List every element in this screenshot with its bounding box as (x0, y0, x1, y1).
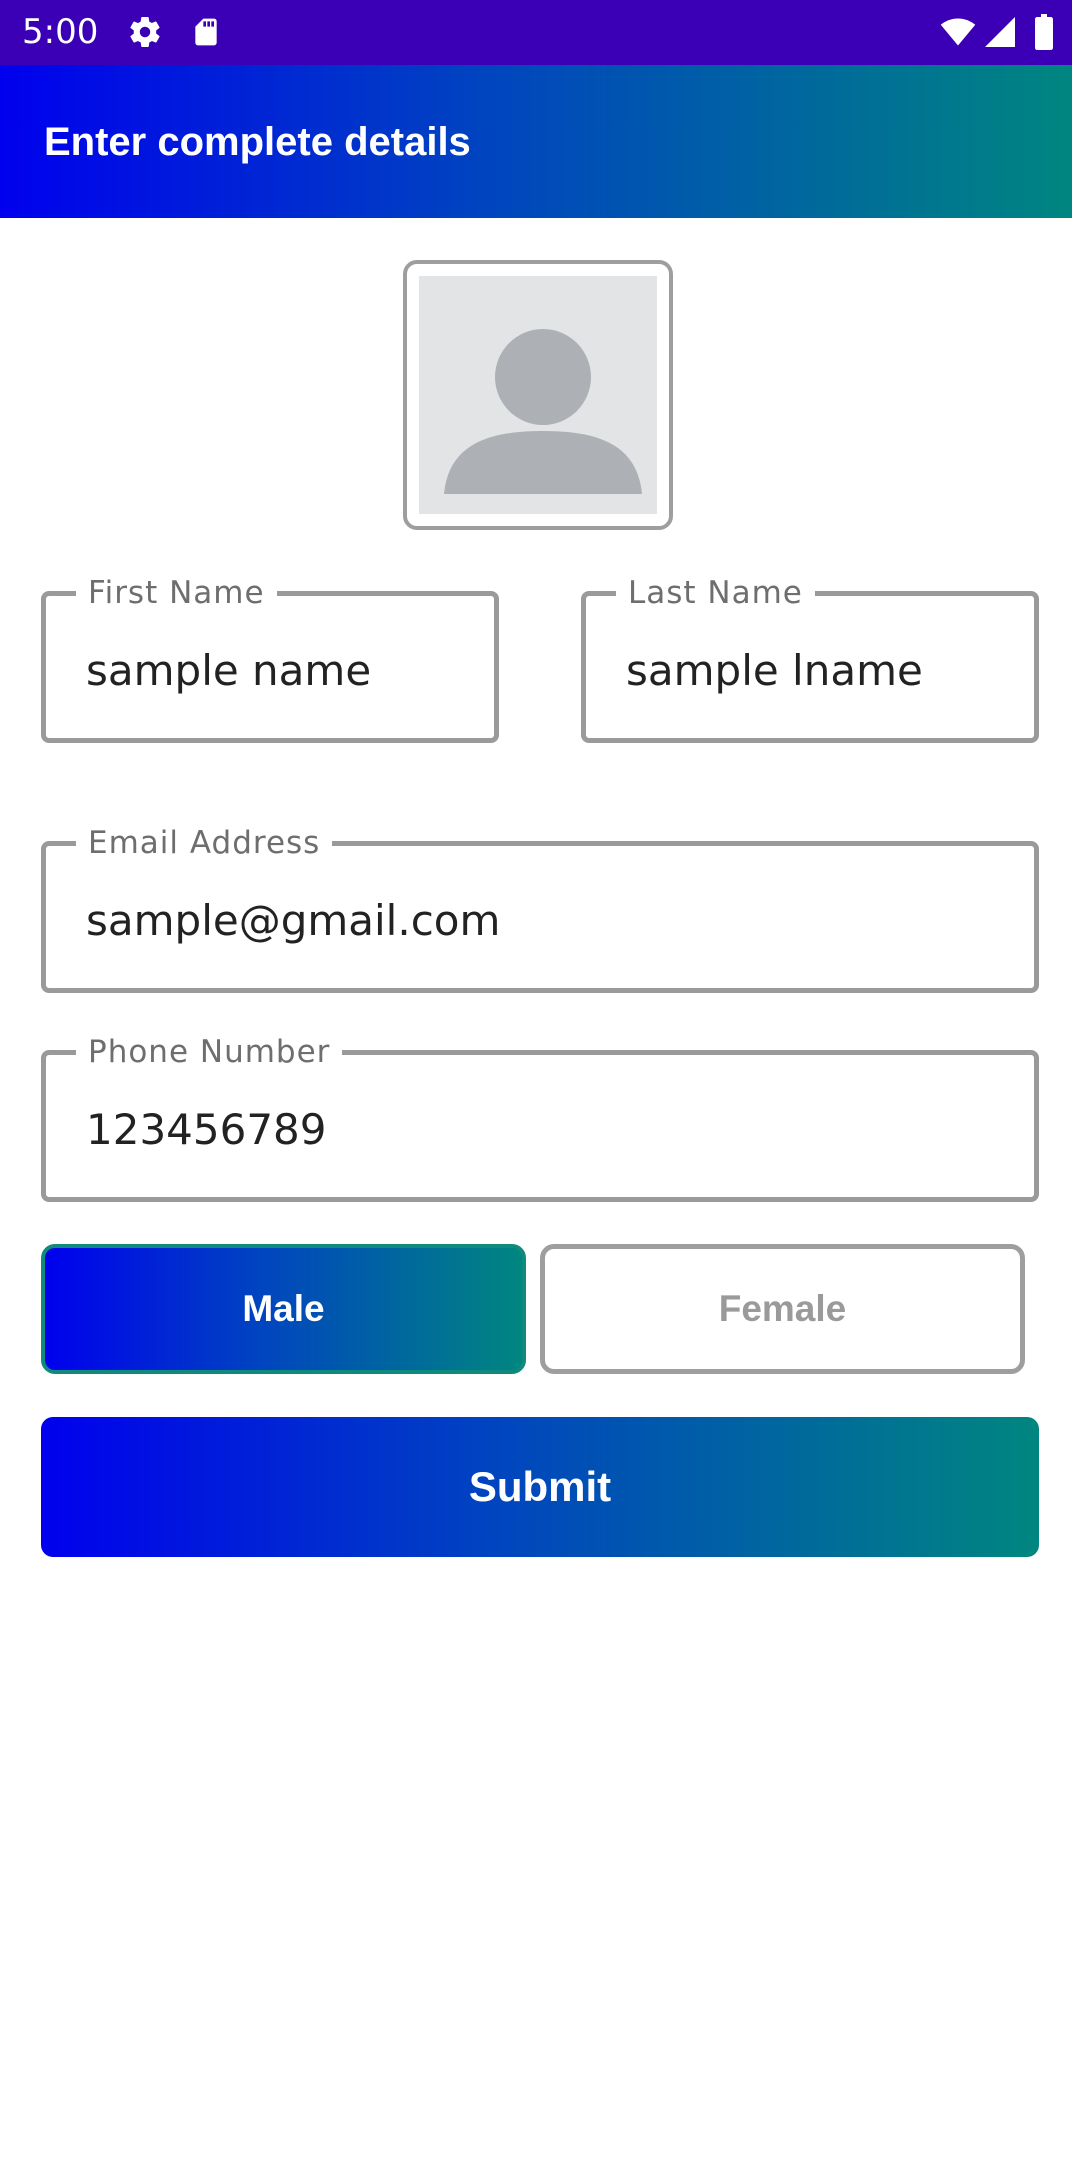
avatar (419, 276, 657, 514)
phone-label: Phone Number (76, 1035, 343, 1069)
battery-icon (1035, 14, 1053, 50)
status-bar: 5:00 (0, 0, 1072, 65)
status-time: 5:00 (22, 12, 99, 52)
last-name-label: Last Name (616, 576, 815, 610)
gender-male-label: Male (242, 1288, 325, 1329)
gender-female-button[interactable]: Female (540, 1244, 1025, 1374)
phone-input[interactable]: 123456789 (86, 1105, 327, 1155)
wifi-icon (940, 18, 976, 46)
app-bar: Enter complete details (0, 65, 1072, 218)
phone-field[interactable]: Phone Number 123456789 (41, 1035, 1039, 1202)
email-field[interactable]: Email Address sample@gmail.com (41, 826, 1039, 993)
page-title: Enter complete details (44, 120, 471, 164)
gender-female-label: Female (718, 1288, 847, 1329)
last-name-field[interactable]: Last Name sample lname (581, 576, 1039, 743)
profile-photo-picker[interactable] (403, 260, 673, 530)
first-name-label: First Name (76, 576, 277, 610)
signal-icon (985, 17, 1015, 47)
email-label: Email Address (76, 826, 333, 860)
submit-button[interactable]: Submit (41, 1417, 1039, 1557)
email-input[interactable]: sample@gmail.com (86, 896, 500, 946)
last-name-input[interactable]: sample lname (626, 646, 923, 696)
gear-icon (130, 17, 160, 48)
gender-male-button[interactable]: Male (41, 1244, 526, 1374)
sd-card-icon (195, 18, 217, 46)
person-placeholder-icon (444, 329, 642, 494)
first-name-field[interactable]: First Name sample name (41, 576, 499, 743)
submit-label: Submit (468, 1463, 612, 1510)
first-name-input[interactable]: sample name (86, 646, 371, 696)
form-screen: 5:00 Enter complete details First Name s… (0, 0, 1072, 2172)
